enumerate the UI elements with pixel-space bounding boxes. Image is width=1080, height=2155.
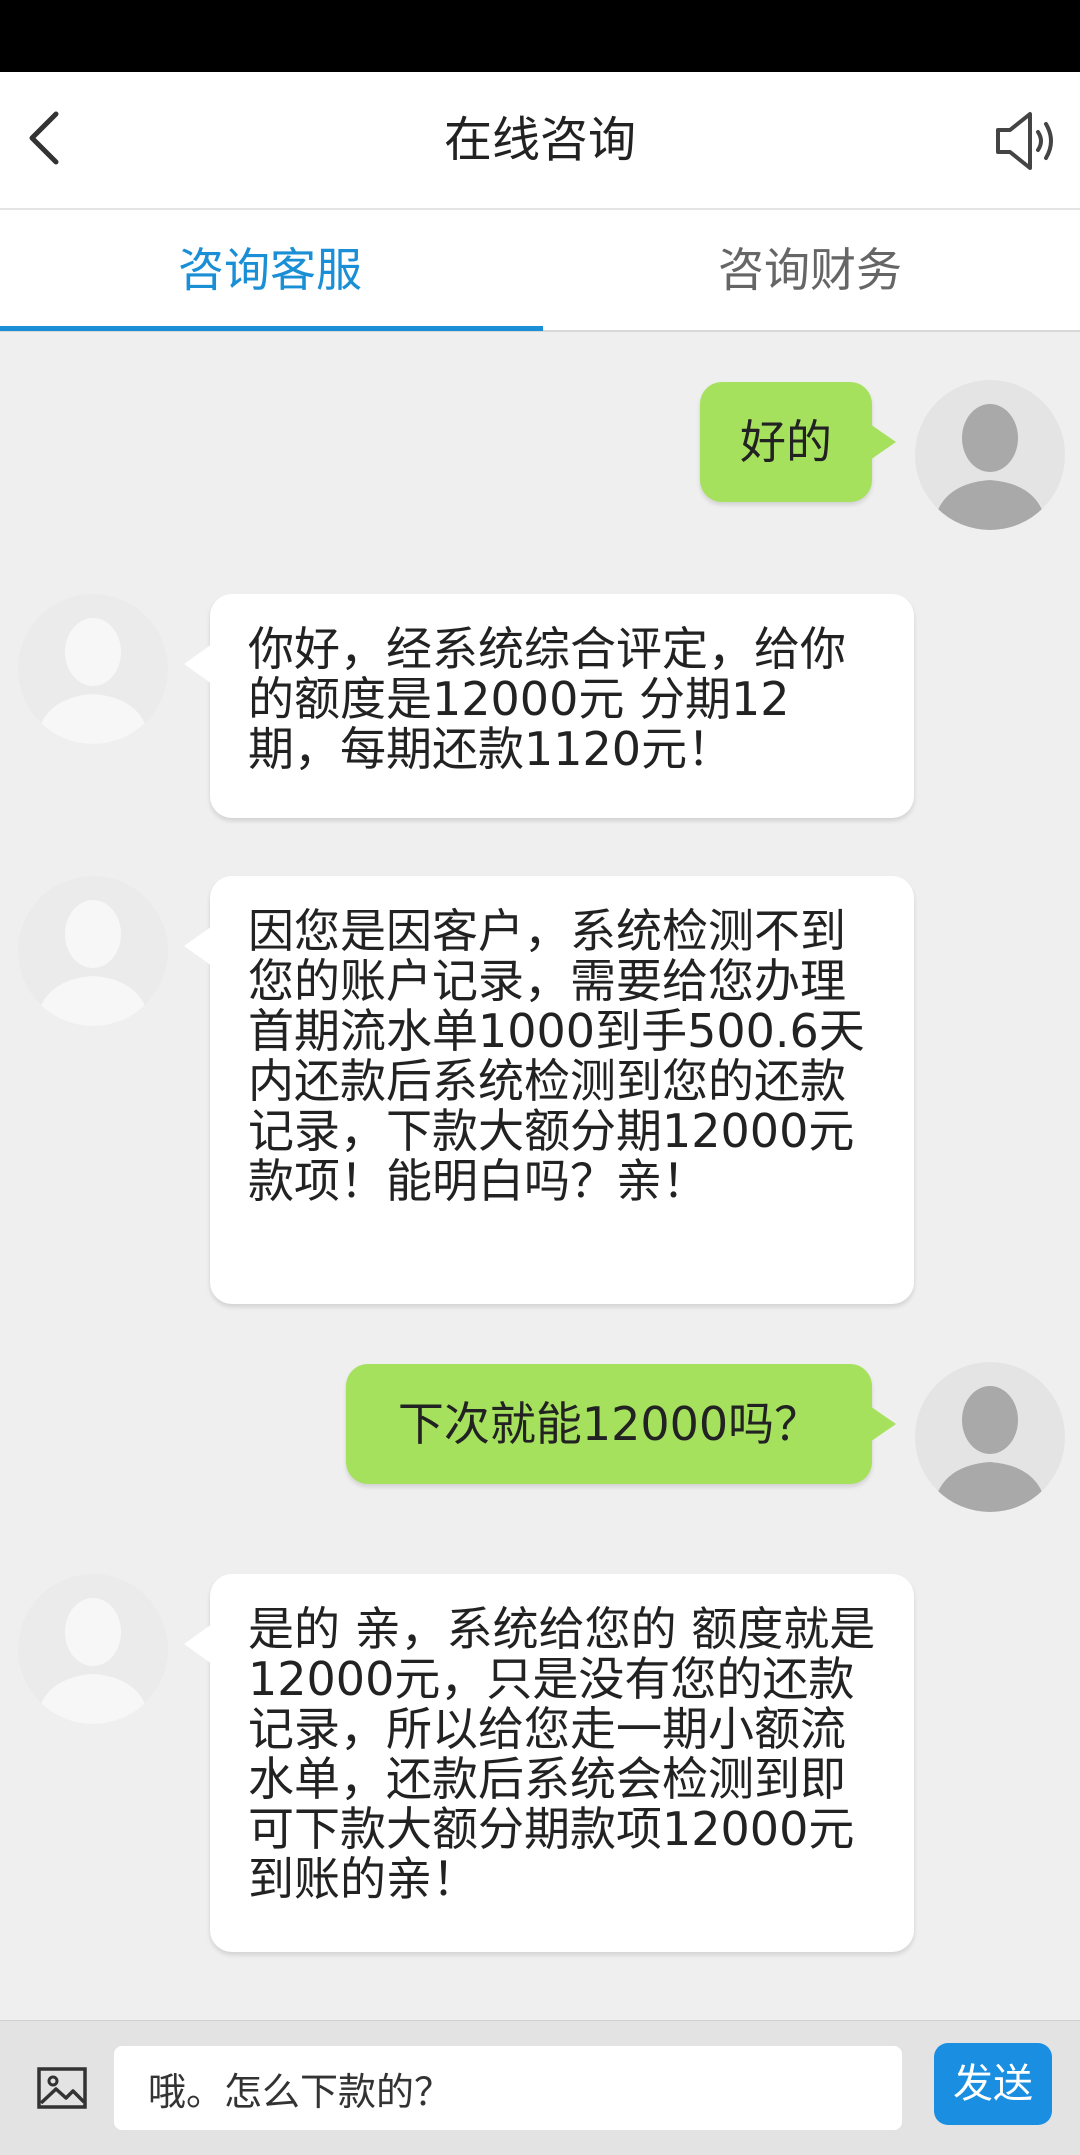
- header: 在线咨询: [0, 72, 1080, 210]
- outgoing-message-bubble: 好的: [700, 382, 896, 502]
- speaker-button[interactable]: [992, 106, 1062, 176]
- outgoing-message-bubble: 下次就能12000吗？: [346, 1364, 896, 1484]
- tab-bar: 咨询客服 咨询财务: [0, 210, 1080, 332]
- incoming-message-bubble: 因您是因客户，系统检测不到您的账户记录，需要给您办理首期流水单1000到手500…: [184, 876, 914, 1304]
- input-bar: 发送: [0, 2020, 1080, 2155]
- message-input[interactable]: [114, 2046, 902, 2130]
- active-tab-indicator: [0, 326, 543, 331]
- page-title: 在线咨询: [443, 112, 636, 168]
- image-picker-button[interactable]: [36, 2061, 90, 2115]
- avatar: [18, 594, 168, 744]
- send-button[interactable]: 发送: [934, 2043, 1052, 2125]
- image-icon: [37, 2067, 87, 2109]
- incoming-message-bubble: 你好，经系统综合评定，给你的额度是12000元 分期12期，每期还款1120元！: [184, 594, 914, 818]
- status-bar: [0, 0, 1080, 72]
- avatar: [915, 380, 1065, 530]
- speaker-icon: [996, 112, 1053, 170]
- agent-avatar-icon: [36, 900, 150, 1026]
- agent-avatar-icon: [36, 618, 150, 744]
- avatar: [915, 1362, 1065, 1512]
- user-avatar-icon: [933, 404, 1047, 530]
- avatar: [18, 876, 168, 1026]
- incoming-message-bubble: 是的 亲，系统给您的 额度就是12000元，只是没有您的还款记录，所以给您走一期…: [184, 1574, 914, 1952]
- agent-avatar-icon: [36, 1598, 150, 1724]
- tab-customer-service[interactable]: 咨询客服: [0, 210, 540, 330]
- tab-finance[interactable]: 咨询财务: [540, 210, 1080, 330]
- user-avatar-icon: [933, 1386, 1047, 1512]
- avatar: [18, 1574, 168, 1724]
